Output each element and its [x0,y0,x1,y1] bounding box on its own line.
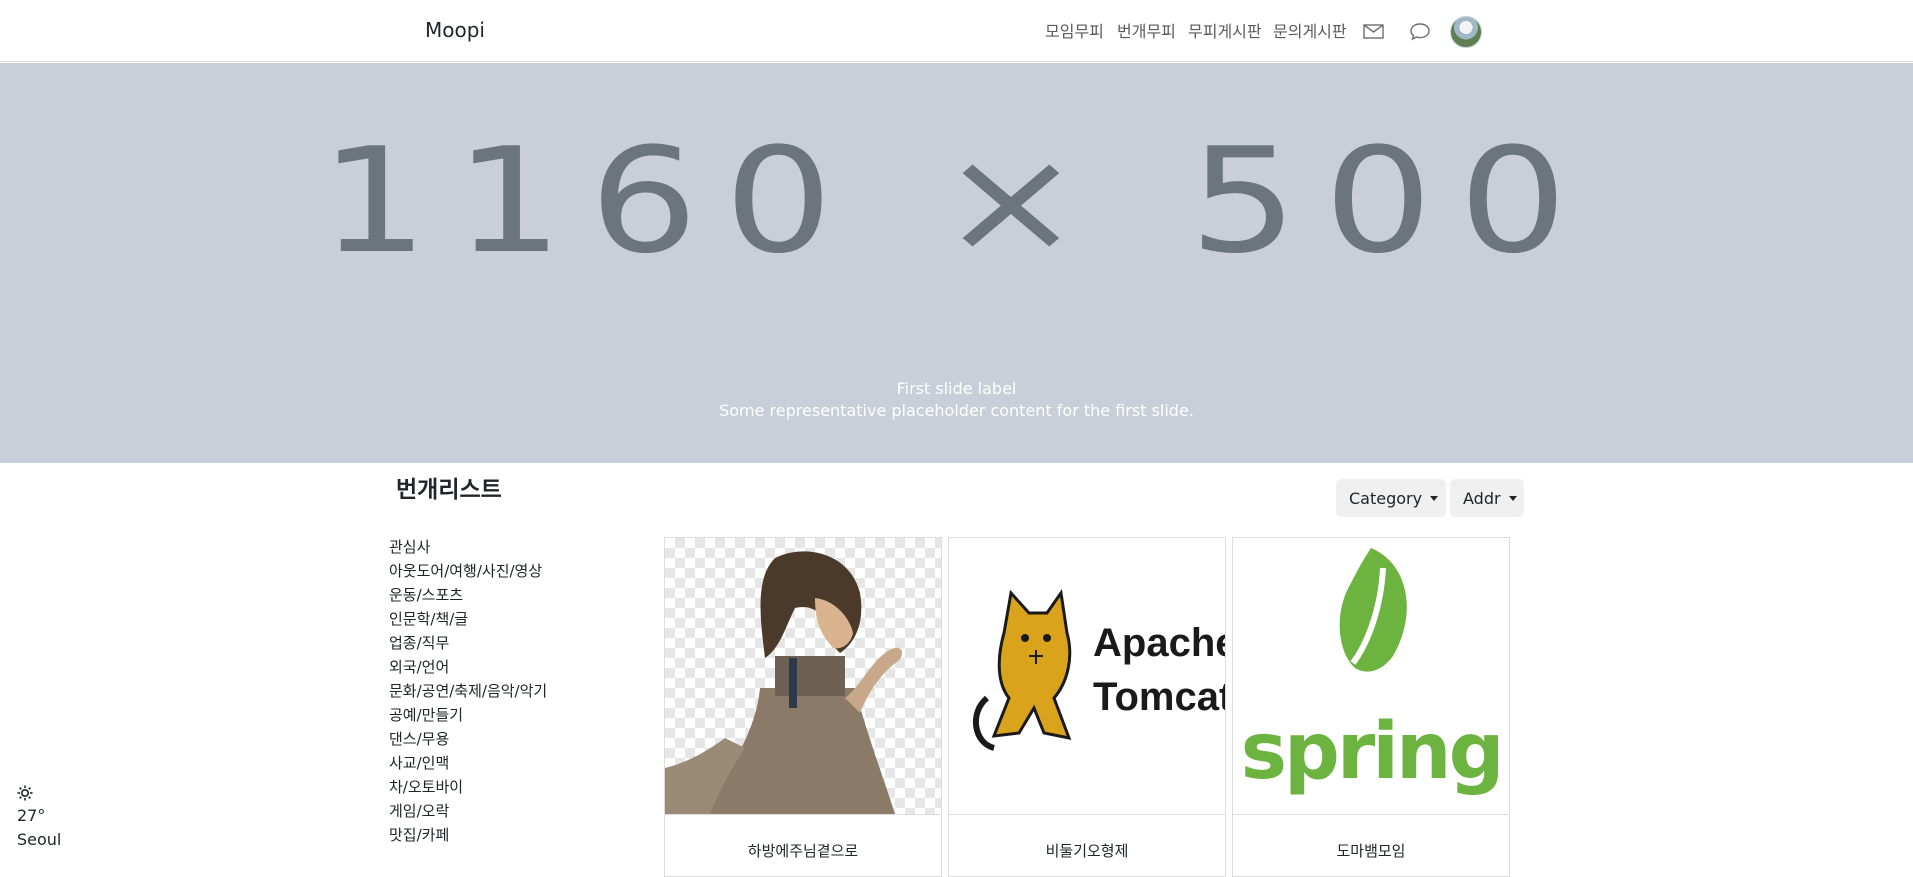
category-item[interactable]: 맛집/카페 [389,823,547,847]
chevron-down-icon [1508,495,1517,501]
meetup-card[interactable]: 하방에주님곁으로 [664,537,942,877]
nav-link-moim[interactable]: 모임무피 [1045,18,1104,42]
carousel-caption-text: Some representative placeholder content … [719,401,1194,420]
card-title: 도마뱀모임 [1336,842,1406,860]
category-item[interactable]: 업종/직무 [389,631,547,655]
category-item[interactable]: 관심사 [389,535,547,559]
tomcat-logo-text: Tomcat [1093,675,1225,719]
category-dropdown-label: Category [1349,488,1423,508]
category-item[interactable]: 인문학/책/글 [389,607,547,631]
section-title: 번개리스트 [396,477,502,503]
category-item[interactable]: 아웃도어/여행/사진/영상 [389,559,547,583]
brand-logo[interactable]: Moopi [425,18,485,42]
category-dropdown-button[interactable]: Category [1336,479,1446,517]
carousel-caption-title: First slide label [896,379,1017,398]
card-title: 비둘기오형제 [1045,842,1129,860]
nav-link-inquiry[interactable]: 문의게시판 [1273,18,1347,42]
category-item[interactable]: 공예/만들기 [389,703,547,727]
spring-logo-text: spring [1241,707,1502,797]
category-list: 관심사 아웃도어/여행/사진/영상 운동/스포츠 인문학/책/글 업종/직무 외… [389,535,547,847]
nav-link-board[interactable]: 무피게시판 [1188,18,1262,42]
card-divider [949,814,1225,815]
weather-widget: 27° Seoul [17,780,61,852]
category-item[interactable]: 문화/공연/축제/음악/악기 [389,679,547,703]
anime-character-image [665,538,941,814]
envelope-icon[interactable] [1362,20,1386,42]
hero-placeholder-text: 1160 × 500 [319,117,1594,286]
card-divider [665,814,941,815]
apache-tomcat-logo: Apache Tomcat [949,538,1225,814]
category-item[interactable]: 사교/인맥 [389,751,547,775]
meetup-card[interactable]: Apache Tomcat 비둘기오형제 [948,537,1226,877]
category-item[interactable]: 외국/언어 [389,655,547,679]
spring-logo: spring [1233,538,1509,814]
category-item[interactable]: 운동/스포츠 [389,583,547,607]
card-title: 하방에주님곁으로 [747,842,859,860]
weather-city: Seoul [17,830,62,849]
nav-link-bungae[interactable]: 번개무피 [1117,18,1176,42]
addr-dropdown-label: Addr [1463,488,1501,508]
card-divider [1233,814,1509,815]
hero-carousel[interactable]: 1160 × 500 First slide label Some repres… [0,63,1913,463]
category-item[interactable]: 댄스/무용 [389,727,547,751]
avatar[interactable] [1450,16,1482,48]
chevron-down-icon [1430,495,1439,501]
category-item[interactable]: 게임/오락 [389,799,547,823]
meetup-card[interactable]: spring 도마뱀모임 [1232,537,1510,877]
sun-icon [17,780,61,804]
weather-temperature: 27° [17,806,46,825]
addr-dropdown-button[interactable]: Addr [1450,479,1524,517]
navbar: Moopi 모임무피 번개무피 무피게시판 문의게시판 [0,0,1913,62]
chat-bubble-icon[interactable] [1408,20,1432,42]
tomcat-logo-text: Apache [1093,621,1225,665]
category-item[interactable]: 차/오토바이 [389,775,547,799]
